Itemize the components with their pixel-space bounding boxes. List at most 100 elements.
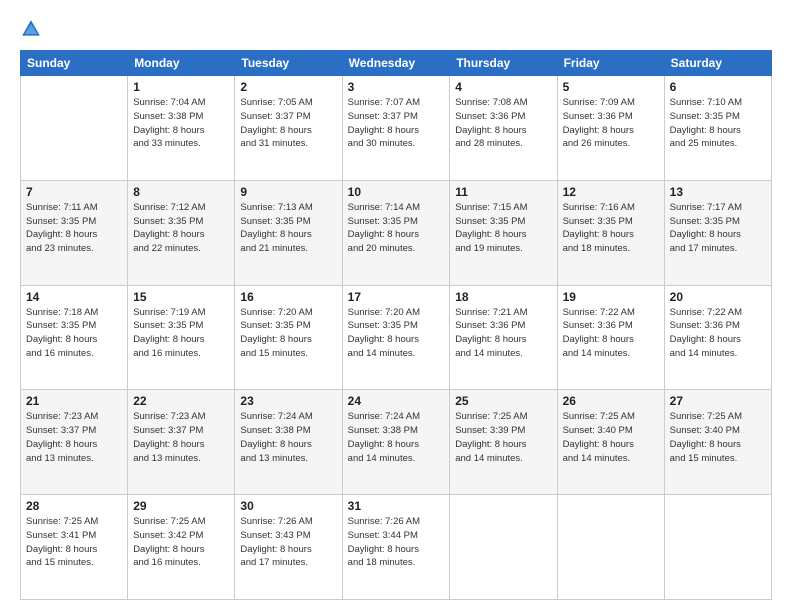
day-info: Sunrise: 7:22 AM Sunset: 3:36 PM Dayligh… [563,306,659,361]
calendar-cell: 5 Sunrise: 7:09 AM Sunset: 3:36 PM Daylig… [557,76,664,181]
day-info: Sunrise: 7:24 AM Sunset: 3:38 PM Dayligh… [348,410,445,465]
day-info: Sunrise: 7:26 AM Sunset: 3:43 PM Dayligh… [240,515,336,570]
day-number: 10 [348,185,445,199]
calendar-cell [21,76,128,181]
calendar-week-row: 7Sunrise: 7:11 AM Sunset: 3:35 PM Daylig… [21,180,772,285]
day-number: 25 [455,394,551,408]
day-info: Sunrise: 7:17 AM Sunset: 3:35 PM Dayligh… [670,201,766,256]
day-info: Sunrise: 7:11 AM Sunset: 3:35 PM Dayligh… [26,201,122,256]
day-number: 17 [348,290,445,304]
calendar-cell [664,495,771,600]
day-number: 6 [670,80,766,94]
day-info: Sunrise: 7:14 AM Sunset: 3:35 PM Dayligh… [348,201,445,256]
calendar-cell: 21 Sunrise: 7:23 AM Sunset: 3:37 PM Dayli… [21,390,128,495]
calendar-cell: 1 Sunrise: 7:04 AM Sunset: 3:38 PM Daylig… [128,76,235,181]
calendar-cell: 6 Sunrise: 7:10 AM Sunset: 3:35 PM Daylig… [664,76,771,181]
calendar-cell: 13 Sunrise: 7:17 AM Sunset: 3:35 PM Dayli… [664,180,771,285]
day-info: Sunrise: 7:25 AM Sunset: 3:40 PM Dayligh… [670,410,766,465]
day-number: 5 [563,80,659,94]
calendar-cell: 16Sunrise: 7:20 AM Sunset: 3:35 PM Dayli… [235,285,342,390]
day-info: Sunrise: 7:25 AM Sunset: 3:39 PM Dayligh… [455,410,551,465]
calendar-header-monday: Monday [128,51,235,76]
calendar-cell: 9 Sunrise: 7:13 AM Sunset: 3:35 PM Daylig… [235,180,342,285]
calendar-cell: 31 Sunrise: 7:26 AM Sunset: 3:44 PM Dayli… [342,495,450,600]
day-number: 4 [455,80,551,94]
day-number: 11 [455,185,551,199]
day-info: Sunrise: 7:13 AM Sunset: 3:35 PM Dayligh… [240,201,336,256]
calendar-cell: 12 Sunrise: 7:16 AM Sunset: 3:35 PM Dayli… [557,180,664,285]
logo-icon [20,18,42,40]
calendar-header-sunday: Sunday [21,51,128,76]
day-number: 18 [455,290,551,304]
calendar-cell: 22 Sunrise: 7:23 AM Sunset: 3:37 PM Dayli… [128,390,235,495]
calendar-week-row: 14Sunrise: 7:18 AM Sunset: 3:35 PM Dayli… [21,285,772,390]
calendar-cell: 29 Sunrise: 7:25 AM Sunset: 3:42 PM Dayli… [128,495,235,600]
day-number: 20 [670,290,766,304]
calendar-cell: 26Sunrise: 7:25 AM Sunset: 3:40 PM Dayli… [557,390,664,495]
calendar-header-saturday: Saturday [664,51,771,76]
day-info: Sunrise: 7:07 AM Sunset: 3:37 PM Dayligh… [348,96,445,151]
calendar-week-row: 1 Sunrise: 7:04 AM Sunset: 3:38 PM Daylig… [21,76,772,181]
day-info: Sunrise: 7:23 AM Sunset: 3:37 PM Dayligh… [26,410,122,465]
calendar-cell: 30 Sunrise: 7:26 AM Sunset: 3:43 PM Dayli… [235,495,342,600]
day-info: Sunrise: 7:10 AM Sunset: 3:35 PM Dayligh… [670,96,766,151]
calendar-header-thursday: Thursday [450,51,557,76]
day-number: 12 [563,185,659,199]
calendar-cell: 24 Sunrise: 7:24 AM Sunset: 3:38 PM Dayli… [342,390,450,495]
calendar-cell: 10 Sunrise: 7:14 AM Sunset: 3:35 PM Dayli… [342,180,450,285]
calendar-cell: 4 Sunrise: 7:08 AM Sunset: 3:36 PM Daylig… [450,76,557,181]
day-number: 2 [240,80,336,94]
day-number: 27 [670,394,766,408]
calendar-week-row: 21 Sunrise: 7:23 AM Sunset: 3:37 PM Dayli… [21,390,772,495]
day-info: Sunrise: 7:08 AM Sunset: 3:36 PM Dayligh… [455,96,551,151]
day-info: Sunrise: 7:23 AM Sunset: 3:37 PM Dayligh… [133,410,229,465]
day-number: 23 [240,394,336,408]
calendar-cell: 11 Sunrise: 7:15 AM Sunset: 3:35 PM Dayli… [450,180,557,285]
header [20,18,772,40]
day-number: 19 [563,290,659,304]
calendar-week-row: 28Sunrise: 7:25 AM Sunset: 3:41 PM Dayli… [21,495,772,600]
day-info: Sunrise: 7:26 AM Sunset: 3:44 PM Dayligh… [348,515,445,570]
day-info: Sunrise: 7:16 AM Sunset: 3:35 PM Dayligh… [563,201,659,256]
calendar-cell: 27 Sunrise: 7:25 AM Sunset: 3:40 PM Dayli… [664,390,771,495]
calendar-cell: 2Sunrise: 7:05 AM Sunset: 3:37 PM Daylig… [235,76,342,181]
day-info: Sunrise: 7:12 AM Sunset: 3:35 PM Dayligh… [133,201,229,256]
day-info: Sunrise: 7:04 AM Sunset: 3:38 PM Dayligh… [133,96,229,151]
calendar-cell: 28Sunrise: 7:25 AM Sunset: 3:41 PM Dayli… [21,495,128,600]
day-number: 24 [348,394,445,408]
calendar-cell: 15 Sunrise: 7:19 AM Sunset: 3:35 PM Dayli… [128,285,235,390]
day-info: Sunrise: 7:25 AM Sunset: 3:42 PM Dayligh… [133,515,229,570]
day-number: 15 [133,290,229,304]
calendar-header-friday: Friday [557,51,664,76]
logo [20,18,46,40]
calendar-cell: 23 Sunrise: 7:24 AM Sunset: 3:38 PM Dayli… [235,390,342,495]
day-info: Sunrise: 7:19 AM Sunset: 3:35 PM Dayligh… [133,306,229,361]
day-number: 22 [133,394,229,408]
day-number: 16 [240,290,336,304]
day-info: Sunrise: 7:25 AM Sunset: 3:40 PM Dayligh… [563,410,659,465]
calendar-header-wednesday: Wednesday [342,51,450,76]
calendar-cell: 20 Sunrise: 7:22 AM Sunset: 3:36 PM Dayli… [664,285,771,390]
calendar-cell: 3Sunrise: 7:07 AM Sunset: 3:37 PM Daylig… [342,76,450,181]
day-info: Sunrise: 7:15 AM Sunset: 3:35 PM Dayligh… [455,201,551,256]
day-number: 30 [240,499,336,513]
calendar-header-row: SundayMondayTuesdayWednesdayThursdayFrid… [21,51,772,76]
day-info: Sunrise: 7:24 AM Sunset: 3:38 PM Dayligh… [240,410,336,465]
day-number: 21 [26,394,122,408]
day-info: Sunrise: 7:22 AM Sunset: 3:36 PM Dayligh… [670,306,766,361]
calendar-cell: 19 Sunrise: 7:22 AM Sunset: 3:36 PM Dayli… [557,285,664,390]
calendar-cell: 25 Sunrise: 7:25 AM Sunset: 3:39 PM Dayli… [450,390,557,495]
calendar-cell [557,495,664,600]
page: SundayMondayTuesdayWednesdayThursdayFrid… [0,0,792,612]
day-number: 31 [348,499,445,513]
calendar-cell: 8Sunrise: 7:12 AM Sunset: 3:35 PM Daylig… [128,180,235,285]
calendar-cell: 18Sunrise: 7:21 AM Sunset: 3:36 PM Dayli… [450,285,557,390]
calendar-table: SundayMondayTuesdayWednesdayThursdayFrid… [20,50,772,600]
day-info: Sunrise: 7:09 AM Sunset: 3:36 PM Dayligh… [563,96,659,151]
day-number: 1 [133,80,229,94]
day-number: 9 [240,185,336,199]
day-number: 29 [133,499,229,513]
calendar-cell: 17Sunrise: 7:20 AM Sunset: 3:35 PM Dayli… [342,285,450,390]
day-number: 13 [670,185,766,199]
calendar-cell: 14Sunrise: 7:18 AM Sunset: 3:35 PM Dayli… [21,285,128,390]
